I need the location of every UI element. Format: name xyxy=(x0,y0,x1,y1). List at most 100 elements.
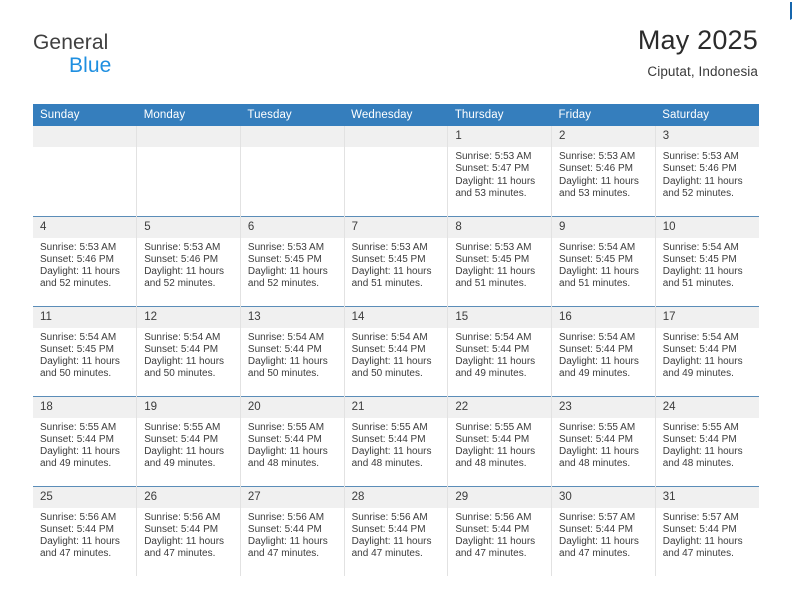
calendar-day-cell[interactable]: 20 Sunrise: 5:55 AM Sunset: 5:44 PM Dayligh… xyxy=(239,395,345,486)
title-block: May 2025 Ciputat, Indonesia xyxy=(638,25,759,79)
calendar-day-cell[interactable]: 30 Sunrise: 5:57 AM Sunset: 5:44 PM Dayligh… xyxy=(551,485,656,576)
calendar-day-cell[interactable]: 14 Sunrise: 5:54 AM Sunset: 5:44 PM Dayligh… xyxy=(343,305,448,396)
daylight-duration-line1: Daylight: 11 hours xyxy=(455,446,536,458)
calendar-day-cell[interactable]: 16 Sunrise: 5:54 AM Sunset: 5:44 PM Dayligh… xyxy=(551,305,656,396)
calendar-day-cell[interactable]: 10 Sunrise: 5:54 AM Sunset: 5:45 PM Dayligh… xyxy=(654,215,759,306)
calendar-day-cell[interactable]: 8 Sunrise: 5:53 AM Sunset: 5:45 PM Daylight… xyxy=(447,215,552,306)
sunrise-time: Sunrise: 5:55 AM xyxy=(40,421,117,433)
sunset-time: Sunset: 5:44 PM xyxy=(559,343,633,355)
calendar-day-cell[interactable]: 2 Sunrise: 5:53 AM Sunset: 5:46 PM Daylight… xyxy=(551,126,656,216)
daylight-duration-line1: Daylight: 11 hours xyxy=(247,266,328,278)
calendar-day-cell[interactable]: 24 Sunrise: 5:55 AM Sunset: 5:44 PM Dayligh… xyxy=(654,395,759,486)
calendar-day-cell[interactable]: 7 Sunrise: 5:53 AM Sunset: 5:45 PM Daylight… xyxy=(343,215,448,306)
calendar-day-cell[interactable]: 27 Sunrise: 5:56 AM Sunset: 5:44 PM Dayligh… xyxy=(239,485,345,576)
sunset-time: Sunset: 5:44 PM xyxy=(351,343,426,355)
sunset-time: Sunset: 5:44 PM xyxy=(662,433,737,445)
day-number: 25 xyxy=(33,486,137,508)
calendar-day-cell[interactable]: 4 Sunrise: 5:53 AM Sunset: 5:46 PM Daylight… xyxy=(33,215,137,306)
calendar-day-cell[interactable]: 22 Sunrise: 5:55 AM Sunset: 5:44 PM Dayligh… xyxy=(447,395,552,486)
daylight-duration-line2: and 49 minutes. xyxy=(455,368,527,380)
daylight-duration-line2: and 48 minutes. xyxy=(351,458,423,470)
sunset-time: Sunset: 5:44 PM xyxy=(144,433,219,445)
brand-logo[interactable]: General Blue xyxy=(33,2,792,76)
day-number: 4 xyxy=(33,216,137,238)
brand-name-general: General xyxy=(33,31,109,54)
calendar-day-cell[interactable]: 5 Sunrise: 5:53 AM Sunset: 5:46 PM Daylight… xyxy=(136,215,241,306)
calendar-page: General Blue May 2025 Ciputat, Indonesia… xyxy=(0,0,792,612)
day-sun-info: Sunrise: 5:56 AM Sunset: 5:44 PM Daylight:… xyxy=(448,508,551,561)
calendar-day-cell[interactable]: 3 Sunrise: 5:53 AM Sunset: 5:46 PM Daylight… xyxy=(654,126,759,216)
day-cell-content xyxy=(137,126,240,216)
calendar-day-cell[interactable]: 12 Sunrise: 5:54 AM Sunset: 5:44 PM Dayligh… xyxy=(136,305,241,396)
calendar-week-row: 11 Sunrise: 5:54 AM Sunset: 5:45 PM Dayligh… xyxy=(33,305,759,396)
daylight-duration-line1: Daylight: 11 hours xyxy=(247,536,328,548)
sunrise-time: Sunrise: 5:53 AM xyxy=(455,151,532,162)
sunrise-time: Sunrise: 5:57 AM xyxy=(662,511,739,523)
calendar-day-cell[interactable]: 18 Sunrise: 5:55 AM Sunset: 5:44 PM Dayligh… xyxy=(33,395,137,486)
day-cell-content: 10 Sunrise: 5:54 AM Sunset: 5:45 PM Dayligh… xyxy=(655,216,759,306)
calendar-day-cell[interactable]: 25 Sunrise: 5:56 AM Sunset: 5:44 PM Dayligh… xyxy=(33,485,137,576)
day-sun-info: Sunrise: 5:55 AM Sunset: 5:44 PM Daylight:… xyxy=(241,418,344,471)
daylight-duration-line1: Daylight: 11 hours xyxy=(455,356,536,368)
calendar-day-cell[interactable]: 17 Sunrise: 5:54 AM Sunset: 5:44 PM Dayligh… xyxy=(654,305,759,396)
calendar-day-cell[interactable]: 26 Sunrise: 5:56 AM Sunset: 5:44 PM Dayligh… xyxy=(136,485,241,576)
daylight-duration-line1: Daylight: 11 hours xyxy=(40,356,120,368)
daylight-duration-line2: and 53 minutes. xyxy=(455,187,527,199)
daylight-duration-line1: Daylight: 11 hours xyxy=(559,266,639,278)
daylight-duration-line2: and 49 minutes. xyxy=(559,368,631,380)
day-number: 8 xyxy=(448,216,552,238)
calendar-day-cell[interactable]: 28 Sunrise: 5:56 AM Sunset: 5:44 PM Dayligh… xyxy=(343,485,448,576)
calendar-day-cell[interactable]: 1 Sunrise: 5:53 AM Sunset: 5:47 PM Daylight… xyxy=(447,126,552,216)
day-sun-info: Sunrise: 5:54 AM Sunset: 5:44 PM Daylight:… xyxy=(448,328,551,381)
daylight-duration-line2: and 47 minutes. xyxy=(351,548,423,560)
day-sun-info: Sunrise: 5:54 AM Sunset: 5:45 PM Daylight:… xyxy=(552,238,655,291)
day-number xyxy=(33,126,137,147)
weekday-header-row: Sunday Monday Tuesday Wednesday Thursday… xyxy=(33,104,759,126)
day-number: 26 xyxy=(137,486,240,508)
calendar-day-cell[interactable]: 6 Sunrise: 5:53 AM Sunset: 5:45 PM Daylight… xyxy=(239,215,345,306)
daylight-duration-line2: and 47 minutes. xyxy=(144,548,216,560)
day-cell-content: 3 Sunrise: 5:53 AM Sunset: 5:46 PM Daylight… xyxy=(655,126,759,216)
sunset-time: Sunset: 5:44 PM xyxy=(247,343,322,355)
calendar-day-cell[interactable]: 19 Sunrise: 5:55 AM Sunset: 5:44 PM Dayligh… xyxy=(136,395,241,486)
day-cell-content: 9 Sunrise: 5:54 AM Sunset: 5:45 PM Daylight… xyxy=(552,216,655,306)
calendar-cell-empty xyxy=(239,126,345,216)
day-cell-content: 1 Sunrise: 5:53 AM Sunset: 5:47 PM Daylight… xyxy=(448,126,552,216)
calendar-day-cell[interactable]: 13 Sunrise: 5:54 AM Sunset: 5:44 PM Dayligh… xyxy=(239,305,345,396)
calendar-day-cell[interactable]: 21 Sunrise: 5:55 AM Sunset: 5:44 PM Dayligh… xyxy=(343,395,448,486)
calendar-day-cell[interactable]: 15 Sunrise: 5:54 AM Sunset: 5:44 PM Dayligh… xyxy=(447,305,552,396)
calendar-day-cell[interactable]: 29 Sunrise: 5:56 AM Sunset: 5:44 PM Dayligh… xyxy=(447,485,552,576)
daylight-duration-line2: and 48 minutes. xyxy=(455,458,527,470)
weekday-header-monday: Monday xyxy=(136,104,241,126)
sunset-time: Sunset: 5:46 PM xyxy=(40,253,114,265)
location-subtitle: Ciputat, Indonesia xyxy=(647,63,758,79)
sunrise-time: Sunrise: 5:54 AM xyxy=(662,331,739,343)
calendar-day-cell[interactable]: 11 Sunrise: 5:54 AM Sunset: 5:45 PM Dayligh… xyxy=(33,305,137,396)
sunset-time: Sunset: 5:44 PM xyxy=(40,433,114,445)
calendar-body: 1 Sunrise: 5:53 AM Sunset: 5:47 PM Daylight… xyxy=(33,126,759,576)
day-cell-content: 19 Sunrise: 5:55 AM Sunset: 5:44 PM Dayligh… xyxy=(137,396,240,486)
sunset-time: Sunset: 5:44 PM xyxy=(662,523,737,535)
day-cell-content: 23 Sunrise: 5:55 AM Sunset: 5:44 PM Dayligh… xyxy=(552,396,655,486)
sunset-time: Sunset: 5:44 PM xyxy=(144,343,219,355)
day-sun-info: Sunrise: 5:57 AM Sunset: 5:44 PM Daylight:… xyxy=(552,508,655,561)
day-sun-info: Sunrise: 5:55 AM Sunset: 5:44 PM Daylight:… xyxy=(552,418,655,471)
calendar-day-cell[interactable]: 31 Sunrise: 5:57 AM Sunset: 5:44 PM Dayligh… xyxy=(654,485,759,576)
daylight-duration-line1: Daylight: 11 hours xyxy=(247,446,328,458)
day-number: 28 xyxy=(344,486,448,508)
day-sun-info: Sunrise: 5:55 AM Sunset: 5:44 PM Daylight:… xyxy=(345,418,448,471)
daylight-duration-line1: Daylight: 11 hours xyxy=(144,446,225,458)
daylight-duration-line2: and 52 minutes. xyxy=(144,278,216,290)
weekday-header-friday: Friday xyxy=(551,104,656,126)
calendar-day-cell[interactable]: 9 Sunrise: 5:54 AM Sunset: 5:45 PM Daylight… xyxy=(551,215,656,306)
daylight-duration-line2: and 48 minutes. xyxy=(662,458,734,470)
daylight-duration-line2: and 51 minutes. xyxy=(351,278,423,290)
sunrise-time: Sunrise: 5:56 AM xyxy=(247,511,325,523)
daylight-duration-line2: and 52 minutes. xyxy=(40,278,112,290)
day-number: 11 xyxy=(33,306,137,328)
calendar-day-cell[interactable]: 23 Sunrise: 5:55 AM Sunset: 5:44 PM Dayligh… xyxy=(551,395,656,486)
sunset-time: Sunset: 5:46 PM xyxy=(144,253,219,265)
sunset-time: Sunset: 5:44 PM xyxy=(559,523,633,535)
day-cell-content: 6 Sunrise: 5:53 AM Sunset: 5:45 PM Daylight… xyxy=(240,216,344,306)
sunset-time: Sunset: 5:44 PM xyxy=(455,433,530,445)
